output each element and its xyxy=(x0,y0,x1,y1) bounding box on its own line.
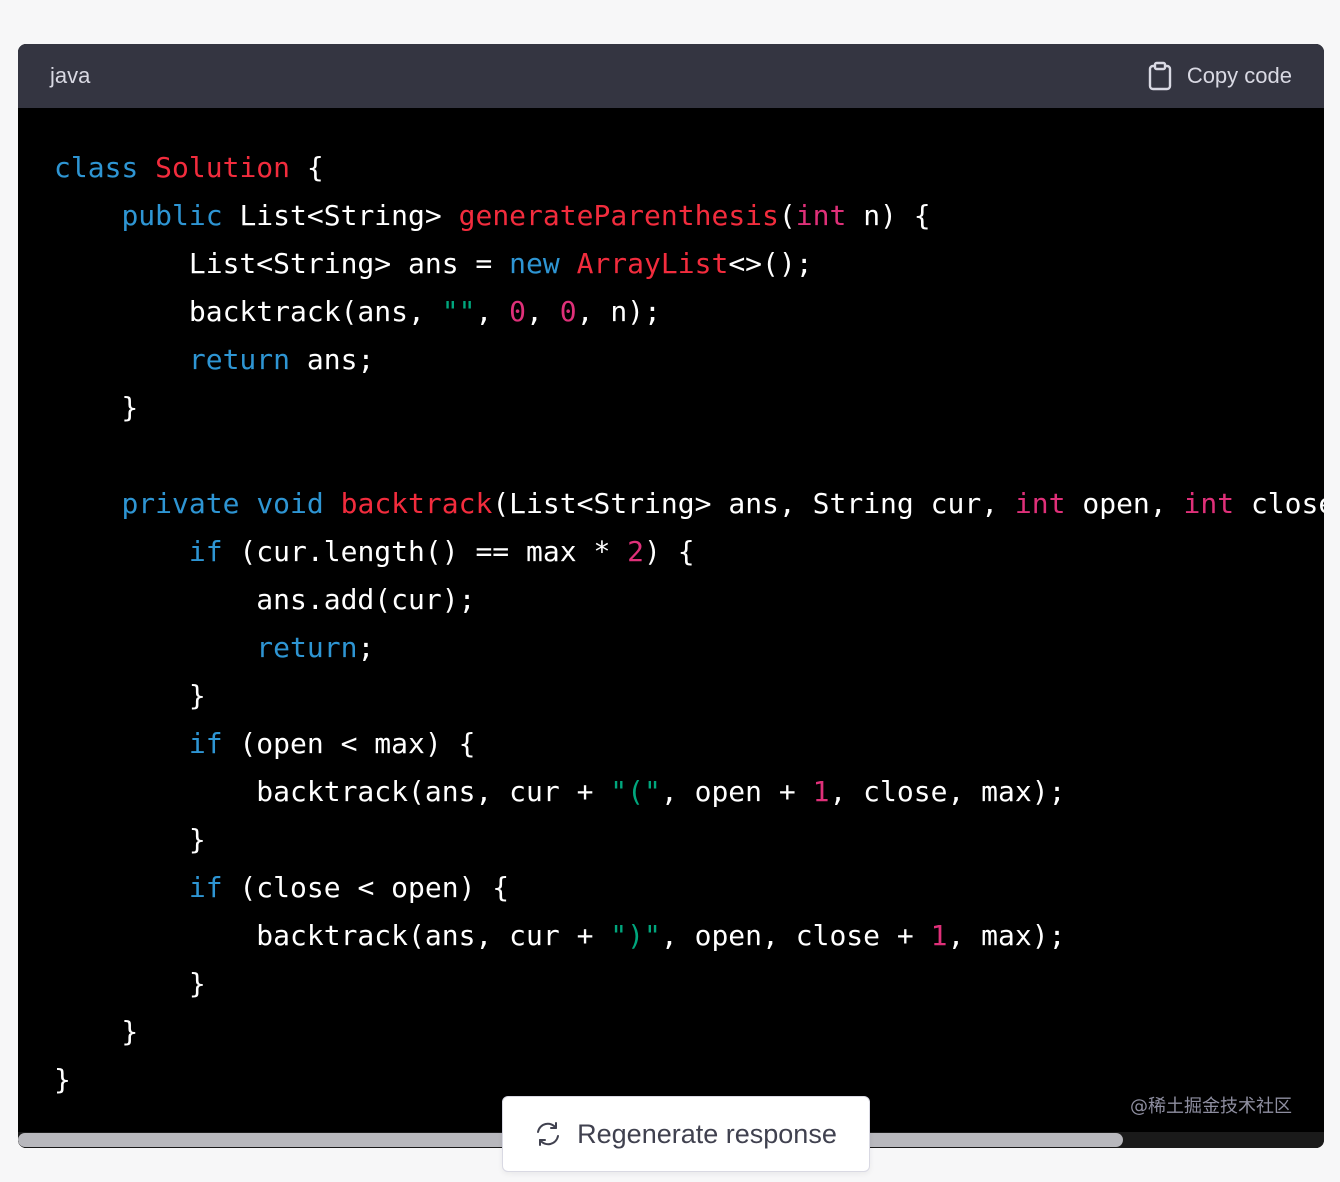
code-token: if xyxy=(188,871,223,904)
code-token: close xyxy=(1250,487,1324,520)
code-header: java Copy code xyxy=(18,44,1324,108)
code-token: public xyxy=(121,199,223,232)
code-token: , open + xyxy=(660,775,813,808)
code-token: class xyxy=(54,151,139,184)
code-token: , open, close + xyxy=(660,919,931,952)
code-token: void xyxy=(256,487,324,520)
code-token: <>(); xyxy=(728,247,813,280)
code-token: (open < max) { xyxy=(222,727,476,760)
code-line: class Solution { xyxy=(54,144,1324,192)
code-token: } xyxy=(54,679,206,712)
code-token: return xyxy=(256,631,358,664)
code-line: if (cur.length() == max * 2) { xyxy=(54,528,1324,576)
copy-code-label: Copy code xyxy=(1186,63,1292,88)
code-token: } xyxy=(54,823,206,856)
code-token: "(" xyxy=(610,775,661,808)
code-token: 0 xyxy=(559,295,577,328)
regenerate-response-button[interactable]: Regenerate response xyxy=(502,1096,870,1172)
code-token: 0 xyxy=(509,295,527,328)
code-token: , n); xyxy=(576,295,661,328)
code-line: private void backtrack(List<String> ans,… xyxy=(54,480,1324,528)
code-token: private xyxy=(121,487,240,520)
code-line: return ans; xyxy=(54,336,1324,384)
code-token: int xyxy=(1014,487,1066,520)
code-token: (close < open) { xyxy=(222,871,510,904)
code-line: } xyxy=(54,1008,1324,1056)
code-line: } xyxy=(54,672,1324,720)
code-token: if xyxy=(188,727,223,760)
code-token: backtrack xyxy=(340,487,493,520)
code-token: int xyxy=(795,199,847,232)
code-token: } xyxy=(54,1063,71,1096)
code-token: int xyxy=(1183,487,1235,520)
code-token: , close, max); xyxy=(829,775,1066,808)
code-line: if (open < max) { xyxy=(54,720,1324,768)
code-token: ) { xyxy=(644,535,695,568)
code-token: , xyxy=(526,295,560,328)
code-line: List<String> ans = new ArrayList<>(); xyxy=(54,240,1324,288)
code-token: ; xyxy=(357,631,375,664)
code-line: backtrack(ans, "", 0, 0, n); xyxy=(54,288,1324,336)
code-line: public List<String> generateParenthesis(… xyxy=(54,192,1324,240)
code-token: 1 xyxy=(930,919,948,952)
code-line: } xyxy=(54,384,1324,432)
code-token: ans; xyxy=(290,343,375,376)
code-token: generateParenthesis xyxy=(458,199,779,232)
code-line: if (close < open) { xyxy=(54,864,1324,912)
code-line: } xyxy=(54,960,1324,1008)
code-token: List<String> xyxy=(222,199,459,232)
code-token: backtrack(ans, xyxy=(54,295,442,328)
code-line: backtrack(ans, cur + ")", open, close + … xyxy=(54,912,1324,960)
code-token: backtrack(ans, cur + xyxy=(54,775,611,808)
refresh-icon xyxy=(535,1121,561,1147)
code-token: ( xyxy=(778,199,796,232)
regenerate-label: Regenerate response xyxy=(577,1118,837,1149)
code-token: Solution xyxy=(155,151,291,184)
code-token: { xyxy=(290,151,324,184)
code-token: } xyxy=(54,967,206,1000)
copy-code-button[interactable]: Copy code xyxy=(1147,61,1292,91)
code-line: backtrack(ans, cur + "(", open + 1, clos… xyxy=(54,768,1324,816)
code-token: (List<String> ans, String cur, xyxy=(492,487,1015,520)
code-token: } xyxy=(54,1015,139,1048)
code-token: List<String> ans = xyxy=(54,247,510,280)
code-token: "" xyxy=(441,295,476,328)
code-token: ans.add(cur); xyxy=(54,583,476,616)
code-token: (cur.length() == max * xyxy=(222,535,628,568)
code-token: backtrack(ans, cur + xyxy=(54,919,611,952)
code-token: open, xyxy=(1065,487,1184,520)
code-block: java Copy code class Solution { public L… xyxy=(18,44,1324,1148)
code-token: new xyxy=(509,247,560,280)
code-token: return xyxy=(188,343,291,376)
code-line: return; xyxy=(54,624,1324,672)
code-token: ArrayList xyxy=(576,247,729,280)
code-line: ans.add(cur); xyxy=(54,576,1324,624)
code-token: } xyxy=(54,391,139,424)
code-token: n) { xyxy=(846,199,931,232)
watermark: @稀土掘金技术社区 xyxy=(1130,1096,1292,1117)
code-token: , max); xyxy=(947,919,1066,952)
code-token: ")" xyxy=(610,919,661,952)
code-line: } xyxy=(54,816,1324,864)
code-token: 1 xyxy=(812,775,830,808)
code-token: , xyxy=(475,295,510,328)
language-label: java xyxy=(50,63,91,88)
code-token: 2 xyxy=(627,535,645,568)
code-token: if xyxy=(188,535,223,568)
code-content[interactable]: class Solution { public List<String> gen… xyxy=(18,108,1324,1104)
clipboard-icon xyxy=(1147,61,1173,91)
